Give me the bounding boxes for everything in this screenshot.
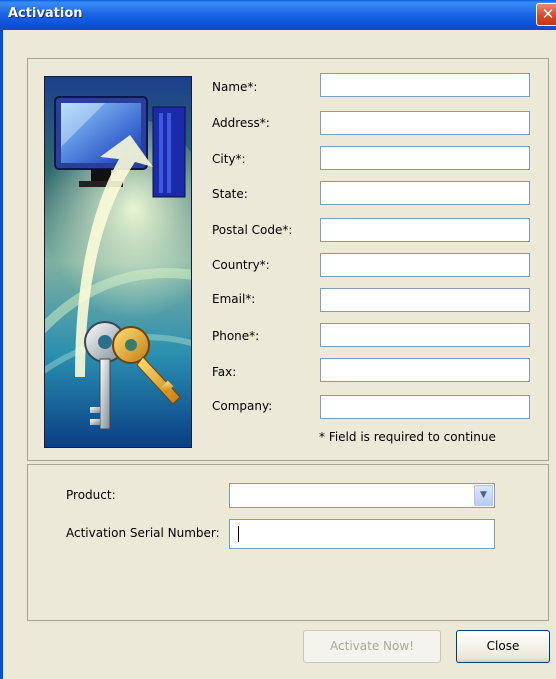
state-field[interactable] xyxy=(320,181,530,205)
country-label: Country*: xyxy=(212,258,270,272)
close-button[interactable]: Close xyxy=(456,630,550,663)
city-field[interactable] xyxy=(320,146,530,170)
title-bar[interactable]: Activation ✕ xyxy=(0,0,556,30)
serial-number-input[interactable] xyxy=(229,519,495,549)
window-title: Activation xyxy=(8,6,83,21)
illustration-panel xyxy=(44,76,192,448)
product-dropdown-button[interactable]: ▼ xyxy=(474,485,493,506)
name-label: Name*: xyxy=(212,80,258,94)
fax-field[interactable] xyxy=(320,358,530,382)
window-close-button[interactable]: ✕ xyxy=(536,3,556,26)
company-label: Company: xyxy=(212,399,273,413)
activate-now-button[interactable]: Activate Now! xyxy=(303,630,441,663)
address-field[interactable] xyxy=(320,111,530,135)
email-label: Email*: xyxy=(212,292,256,306)
close-icon: ✕ xyxy=(541,5,555,23)
address-label: Address*: xyxy=(212,116,270,130)
phone-field[interactable] xyxy=(320,323,530,347)
product-select[interactable]: ▼ xyxy=(229,483,495,508)
country-field[interactable] xyxy=(320,253,530,277)
chevron-down-icon: ▼ xyxy=(480,490,487,500)
postal-code-field[interactable] xyxy=(320,218,530,242)
city-label: City*: xyxy=(212,152,246,166)
product-label: Product: xyxy=(66,488,116,502)
company-field[interactable] xyxy=(320,395,530,419)
name-field[interactable] xyxy=(320,73,530,97)
activation-dialog: Activation ✕ Name*: Address*: City*: Sta… xyxy=(0,0,556,679)
serial-label: Activation Serial Number: xyxy=(66,526,220,540)
fax-label: Fax: xyxy=(212,365,237,379)
phone-label: Phone*: xyxy=(212,329,260,343)
state-label: State: xyxy=(212,187,248,201)
computer-keys-illustration-icon xyxy=(45,77,191,447)
window-border xyxy=(0,30,3,679)
text-caret xyxy=(238,526,239,542)
required-note: * Field is required to continue xyxy=(319,430,496,444)
postal-code-label: Postal Code*: xyxy=(212,223,293,237)
email-field[interactable] xyxy=(320,288,530,312)
